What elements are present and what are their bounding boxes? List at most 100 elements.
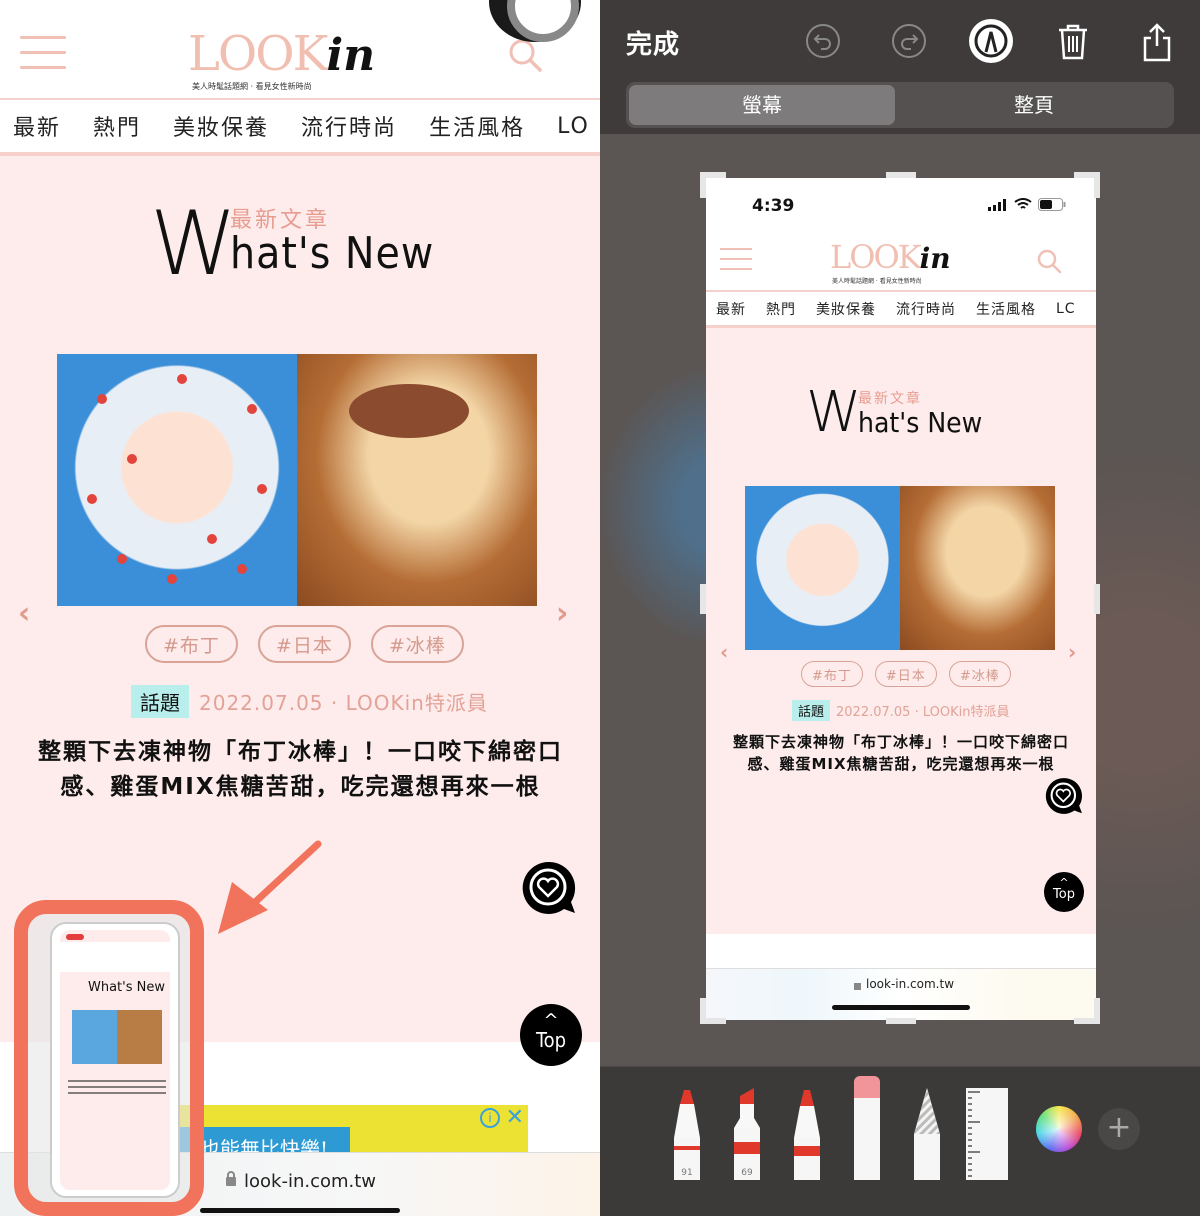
add-tool-button[interactable]: + xyxy=(1098,1108,1140,1150)
status-bar: 4:39 xyxy=(706,178,1096,234)
nav-item[interactable]: 流行時尚 xyxy=(301,110,397,142)
url-text: look-in.com.tw xyxy=(866,977,955,991)
pen-width-label: 91 xyxy=(681,1168,693,1178)
lock-icon xyxy=(854,983,861,990)
crop-handle-left[interactable] xyxy=(700,584,706,614)
back-to-top-button: ^ Top xyxy=(1044,872,1084,912)
pointer-arrow-annotation xyxy=(218,840,322,934)
tag-chip[interactable]: #冰棒 xyxy=(370,625,464,663)
crop-handle-bottom-right[interactable] xyxy=(1074,998,1100,1024)
logo-in: in xyxy=(919,242,951,275)
screenshot-preview[interactable]: 4:39 LOOKin 美人時髦話題網 · 看見女性新時尚 最新 熱門 美妝保養… xyxy=(706,178,1096,1020)
tag-chip[interactable]: #布丁 xyxy=(145,625,238,663)
nav-item[interactable]: 最新 xyxy=(13,110,61,142)
done-button[interactable]: 完成 xyxy=(626,24,680,61)
battery-icon xyxy=(1038,198,1066,211)
undo-icon[interactable] xyxy=(804,22,842,60)
color-picker-icon[interactable] xyxy=(1036,1106,1082,1152)
nav-item[interactable]: 美妝保養 xyxy=(173,110,269,142)
menu-icon[interactable] xyxy=(20,36,66,70)
site-logo[interactable]: LOOKin 美人時髦話題網 · 看見女性新時尚 xyxy=(188,26,375,96)
crop-handle-bottom-left[interactable] xyxy=(700,998,726,1024)
title-rest: hat's New xyxy=(858,406,983,439)
search-icon xyxy=(1036,248,1062,274)
article-headline[interactable]: 整顆下去凍神物「布丁冰棒」！一口咬下綿密口感、雞蛋MIX焦糖苦甜，吃完還想再來一… xyxy=(28,735,573,805)
close-icon[interactable]: ✕ xyxy=(506,1105,524,1130)
nav-item[interactable]: 熱門 xyxy=(93,110,141,142)
category-badge: 話題 xyxy=(792,700,831,721)
pencil-tool[interactable] xyxy=(794,1088,820,1180)
top-label: Top xyxy=(1053,887,1075,902)
article-date-author: 2022.07.05 · LOOKin特派員 xyxy=(199,691,488,715)
crop-handle-top[interactable] xyxy=(886,172,916,178)
crop-handle-top-left[interactable] xyxy=(700,172,726,198)
nav-item: 美妝保養 xyxy=(816,301,876,318)
tag-chip: #布丁 xyxy=(801,661,863,687)
lock-icon xyxy=(226,1171,236,1186)
carousel-next-icon[interactable]: › xyxy=(556,596,568,631)
ruler-tool[interactable] xyxy=(966,1088,1008,1180)
status-time: 4:39 xyxy=(752,196,795,216)
section-title: W 最新文章 hat's New xyxy=(150,192,450,295)
preview-logo: LOOKin 美人時髦話題網 · 看見女性新時尚 xyxy=(830,238,951,285)
marker-width-label: 69 xyxy=(741,1168,753,1178)
logo-tagline: 美人時髦話題網 · 看見女性新時尚 xyxy=(192,82,312,91)
eraser-tool[interactable] xyxy=(854,1076,880,1180)
pudding-bag-photo xyxy=(57,354,297,606)
nav-item: 流行時尚 xyxy=(896,301,956,318)
markup-pen-icon[interactable] xyxy=(968,18,1014,64)
search-icon[interactable] xyxy=(506,38,546,74)
pudding-bag-photo xyxy=(745,486,900,650)
lasso-tool[interactable] xyxy=(914,1088,940,1180)
preview-section-title: W 最新文章 hat's New xyxy=(806,380,1006,445)
home-indicator xyxy=(832,1005,970,1010)
title-initial: W xyxy=(150,192,238,295)
crop-handle-top-right[interactable] xyxy=(1074,172,1100,198)
category-nav: 最新 熱門 美妝保養 流行時尚 生活風格 LO xyxy=(0,100,600,156)
menu-icon xyxy=(720,248,752,270)
screenshot-thumbnail-highlight[interactable]: What's New xyxy=(14,900,204,1216)
title-initial: W xyxy=(806,380,862,445)
carousel-next-icon: › xyxy=(1068,640,1077,664)
article-meta: 話題 2022.07.05 · LOOKin特派員 xyxy=(131,685,488,718)
carousel-prev-icon[interactable]: ‹ xyxy=(18,596,30,631)
nav-item: LC xyxy=(1056,300,1076,317)
nav-item[interactable]: 生活風格 xyxy=(429,110,525,142)
signal-icon xyxy=(988,198,1006,211)
url-text: look-in.com.tw xyxy=(244,1171,377,1192)
back-to-top-button[interactable]: ^ Top xyxy=(520,1004,582,1066)
top-label: Top xyxy=(535,1028,567,1052)
preview-article-headline: 整顆下去凍神物「布丁冰棒」！一口咬下綿密口感、雞蛋MIX焦糖苦甜，吃完還想再來一… xyxy=(732,733,1069,773)
crop-handle-right[interactable] xyxy=(1094,584,1100,614)
article-date-author: 2022.07.05 · LOOKin特派員 xyxy=(836,705,1010,720)
tag-chip: #冰棒 xyxy=(948,661,1011,687)
tag-list: #布丁 #日本 #冰棒 xyxy=(145,625,464,663)
trash-icon[interactable] xyxy=(1056,22,1094,60)
logo-look: LOOK xyxy=(188,26,328,82)
pen-tool[interactable]: 91 xyxy=(674,1088,700,1180)
tag-chip[interactable]: #日本 xyxy=(257,625,351,663)
preview-category-nav: 最新 熱門 美妝保養 流行時尚 生活風格 LC xyxy=(706,292,1096,328)
screenshot-thumbnail[interactable]: What's New xyxy=(50,922,180,1198)
heart-chat-icon xyxy=(1044,776,1084,816)
title-zh: 最新文章 xyxy=(858,391,922,407)
pudding-popsicle-photo xyxy=(900,486,1055,650)
marker-tool[interactable]: 69 xyxy=(734,1088,760,1180)
article-hero-image[interactable] xyxy=(57,354,537,606)
capture-mode-segmented-control: 螢幕 整頁 xyxy=(626,82,1174,128)
category-badge[interactable]: 話題 xyxy=(131,685,189,718)
preview-hero-image xyxy=(745,486,1055,650)
logo-look: LOOK xyxy=(830,238,922,276)
markup-topbar: 完成 螢幕 整頁 xyxy=(600,0,1200,134)
share-icon[interactable] xyxy=(1140,22,1178,62)
tag-chip: #日本 xyxy=(874,661,937,687)
nav-item[interactable]: LO xyxy=(557,114,590,139)
heart-chat-icon[interactable] xyxy=(520,860,578,916)
thumbnail-image xyxy=(72,1010,162,1064)
markup-editor: 完成 螢幕 整頁 4:39 LOOKin 美人時髦話題網 · 看見女性新時尚 最… xyxy=(600,0,1200,1216)
redo-icon[interactable] xyxy=(890,22,928,60)
segment-screen[interactable]: 螢幕 xyxy=(629,85,895,125)
crop-handle-bottom[interactable] xyxy=(886,1018,916,1024)
segment-full-page[interactable]: 整頁 xyxy=(898,85,1170,125)
info-icon[interactable]: i xyxy=(480,1108,500,1128)
